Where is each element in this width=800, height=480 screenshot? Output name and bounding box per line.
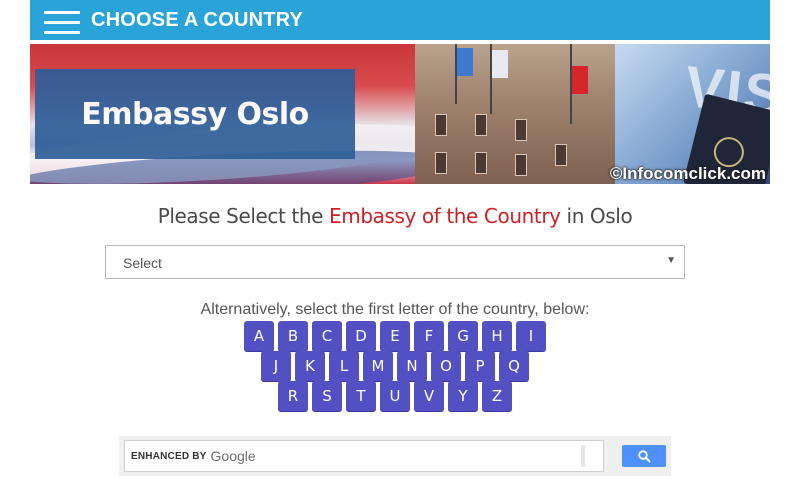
search-input[interactable]: ENHANCED BY Google <box>124 440 604 472</box>
banner-title-box: Embassy Oslo <box>35 69 355 159</box>
letter-button-q[interactable]: Q <box>499 351 529 381</box>
google-brand: Google <box>210 448 256 464</box>
google-search-bar: ENHANCED BY Google <box>119 436 671 476</box>
letter-button-n[interactable]: N <box>397 351 427 381</box>
select-heading: Please Select the Embassy of the Country… <box>0 204 790 228</box>
letter-row: JKLMNOPQ <box>261 351 529 381</box>
letter-button-d[interactable]: D <box>346 321 376 351</box>
watermark: ©Infocomclick.com <box>609 164 766 183</box>
letter-button-c[interactable]: C <box>312 321 342 351</box>
letter-button-a[interactable]: A <box>244 321 274 351</box>
embassy-building-photo <box>415 44 615 184</box>
search-icon <box>637 449 651 463</box>
letter-button-j[interactable]: J <box>261 351 291 381</box>
country-select[interactable]: Select ▼ <box>105 245 685 279</box>
letter-button-r[interactable]: R <box>278 381 308 411</box>
letter-button-f[interactable]: F <box>414 321 444 351</box>
hamburger-menu-icon[interactable] <box>44 10 80 34</box>
letter-button-o[interactable]: O <box>431 351 461 381</box>
select-value: Select <box>123 255 162 271</box>
letter-button-p[interactable]: P <box>465 351 495 381</box>
letter-button-g[interactable]: G <box>448 321 478 351</box>
letter-button-m[interactable]: M <box>363 351 393 381</box>
alphabet-instruction: Alternatively, select the first letter o… <box>200 301 590 318</box>
letter-button-h[interactable]: H <box>482 321 512 351</box>
search-scrollbar <box>581 445 585 467</box>
letter-button-b[interactable]: B <box>278 321 308 351</box>
letter-button-t[interactable]: T <box>346 381 376 411</box>
heading-highlight: Embassy of the Country <box>329 204 561 228</box>
letter-button-s[interactable]: S <box>312 381 342 411</box>
letter-button-u[interactable]: U <box>380 381 410 411</box>
page-title[interactable]: CHOOSE A COUNTRY <box>91 9 303 32</box>
search-button[interactable] <box>622 445 666 467</box>
heading-suffix: in Oslo <box>560 204 633 228</box>
heading-prefix: Please Select the <box>157 204 329 228</box>
letter-button-l[interactable]: L <box>329 351 359 381</box>
banner-title: Embassy Oslo <box>81 96 309 132</box>
letter-row: ABCDEFGHI <box>244 321 546 351</box>
top-bar: CHOOSE A COUNTRY <box>30 0 770 40</box>
letter-button-k[interactable]: K <box>295 351 325 381</box>
letter-button-i[interactable]: I <box>516 321 546 351</box>
letter-row: RSTUVYZ <box>278 381 512 411</box>
letter-button-z[interactable]: Z <box>482 381 512 411</box>
banner-image: Embassy Oslo VIS ©Infocomclick.com <box>30 44 770 184</box>
enhanced-by-label: ENHANCED BY <box>131 450 207 462</box>
visa-passport-photo: VIS <box>615 44 770 184</box>
dropdown-arrow-icon: ▼ <box>666 255 676 266</box>
letter-button-e[interactable]: E <box>380 321 410 351</box>
letter-button-y[interactable]: Y <box>448 381 478 411</box>
letter-button-v[interactable]: V <box>414 381 444 411</box>
